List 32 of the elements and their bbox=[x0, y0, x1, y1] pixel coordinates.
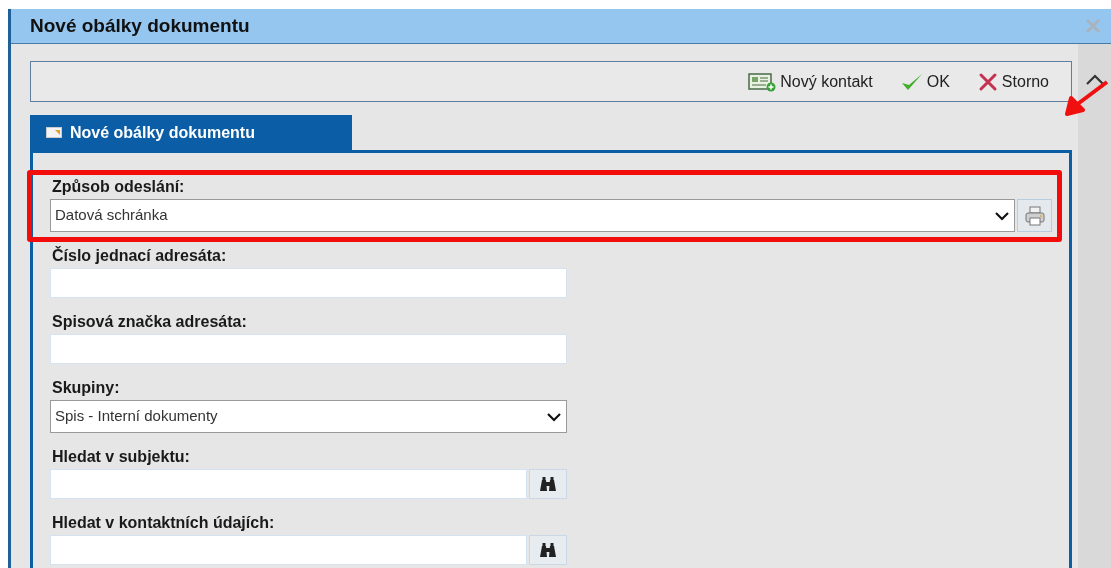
text-field[interactable] bbox=[50, 268, 567, 298]
tab[interactable]: Nové obálky dokumentu bbox=[30, 115, 352, 150]
annotation-arrow bbox=[1063, 80, 1109, 118]
envelope-icon bbox=[46, 127, 62, 138]
field-label: Hledat v subjektu: bbox=[51, 448, 191, 466]
dropdown-field[interactable]: Datová schránka bbox=[50, 199, 1015, 232]
toolbar-button[interactable]: Storno bbox=[977, 69, 1049, 94]
text-field[interactable] bbox=[50, 535, 527, 565]
dropdown-field[interactable]: Spis - Interní dokumenty bbox=[50, 400, 567, 433]
close-icon[interactable] bbox=[1085, 18, 1101, 34]
contact-card-icon bbox=[748, 71, 777, 92]
close-icon bbox=[977, 71, 998, 92]
window-title: Nové obálky dokumentu bbox=[30, 13, 250, 38]
printer-button[interactable] bbox=[1017, 199, 1052, 232]
toolbar-button[interactable]: OK bbox=[900, 69, 950, 94]
checkmark-icon bbox=[900, 71, 923, 92]
chevron-down-icon bbox=[546, 411, 562, 422]
field-label: Skupiny: bbox=[51, 379, 121, 397]
field-label: Číslo jednací adresáta: bbox=[51, 247, 228, 265]
search-button[interactable] bbox=[529, 535, 567, 565]
printer-icon bbox=[1023, 204, 1046, 227]
text-field[interactable] bbox=[50, 469, 527, 499]
text-field[interactable] bbox=[50, 334, 567, 364]
toolbar-button[interactable]: Nový kontakt bbox=[748, 69, 873, 94]
field-label: Způsob odeslání: bbox=[51, 178, 186, 196]
binoculars-icon bbox=[538, 542, 558, 558]
binoculars-icon bbox=[538, 476, 558, 492]
chevron-down-icon bbox=[994, 210, 1010, 221]
chevron-up-icon[interactable] bbox=[1084, 74, 1105, 86]
field-label: Spisová značka adresáta: bbox=[51, 313, 248, 331]
field-label: Hledat v kontaktních údajích: bbox=[51, 514, 276, 532]
search-button[interactable] bbox=[529, 469, 567, 499]
